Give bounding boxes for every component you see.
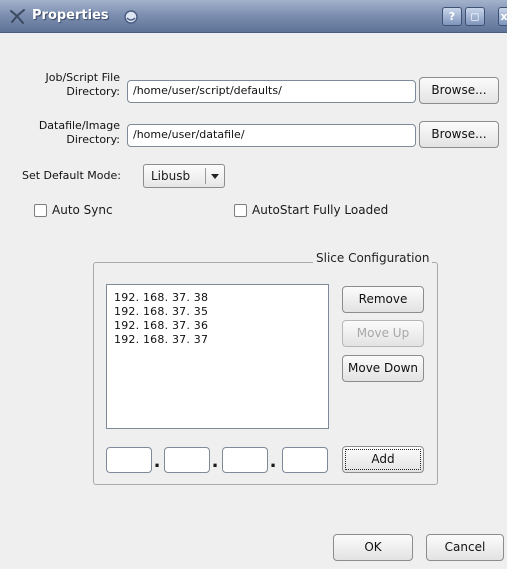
list-item[interactable]: 192. 168. 37. 36 xyxy=(114,319,208,332)
default-mode-select[interactable]: Libusb xyxy=(143,164,225,188)
title-bar[interactable]: Properties ? ◻ x xyxy=(0,0,507,33)
ip-separator: . xyxy=(153,451,161,472)
pin-icon[interactable] xyxy=(122,8,140,26)
auto-sync-label: Auto Sync xyxy=(52,203,113,217)
move-up-button[interactable]: Move Up xyxy=(342,320,424,347)
job-dir-browse-button[interactable]: Browse... xyxy=(419,77,499,104)
slice-list[interactable]: 192. 168. 37. 38 192. 168. 37. 35 192. 1… xyxy=(106,284,329,429)
data-dir-browse-button[interactable]: Browse... xyxy=(419,121,499,148)
ip-separator: . xyxy=(269,451,277,472)
ip-octet-2-input[interactable] xyxy=(164,447,210,473)
autostart-label: AutoStart Fully Loaded xyxy=(252,203,389,217)
data-dir-label: Datafile/Image Directory: xyxy=(20,119,120,147)
maximize-icon: ◻ xyxy=(470,10,480,23)
list-item[interactable]: 192. 168. 37. 37 xyxy=(114,333,208,346)
default-mode-label: Set Default Mode: xyxy=(22,169,121,182)
ip-octet-1-input[interactable] xyxy=(106,447,152,473)
data-dir-input[interactable]: /home/user/datafile/ xyxy=(127,124,416,147)
list-item[interactable]: 192. 168. 37. 38 xyxy=(114,291,208,304)
data-dir-label-line2: Directory: xyxy=(66,133,120,146)
window-title: Properties xyxy=(32,8,109,23)
ip-separator: . xyxy=(211,451,219,472)
close-button[interactable]: x xyxy=(498,7,507,26)
ok-button[interactable]: OK xyxy=(333,534,413,561)
ip-octet-3-input[interactable] xyxy=(222,447,268,473)
auto-sync-checkbox[interactable] xyxy=(34,204,47,217)
job-dir-label-line2: Directory: xyxy=(66,85,120,98)
properties-dialog: Properties ? ◻ x Job/Script File Directo… xyxy=(0,0,507,569)
cancel-button[interactable]: Cancel xyxy=(426,534,504,561)
list-item[interactable]: 192. 168. 37. 35 xyxy=(114,305,208,318)
autostart-checkbox[interactable] xyxy=(234,204,247,217)
add-button[interactable]: Add xyxy=(342,446,424,473)
move-down-button[interactable]: Move Down xyxy=(342,355,424,382)
job-dir-input[interactable]: /home/user/script/defaults/ xyxy=(127,80,416,103)
close-icon: x xyxy=(500,10,507,23)
default-mode-value: Libusb xyxy=(151,169,191,183)
job-dir-label-line1: Job/Script File xyxy=(45,71,120,84)
ip-octet-4-input[interactable] xyxy=(282,447,328,473)
chevron-down-icon xyxy=(211,174,219,179)
slice-config-title: Slice Configuration xyxy=(313,251,433,265)
app-icon xyxy=(10,9,25,24)
help-icon: ? xyxy=(448,10,456,23)
data-dir-label-line1: Datafile/Image xyxy=(38,119,120,132)
maximize-button[interactable]: ◻ xyxy=(465,7,485,26)
remove-button[interactable]: Remove xyxy=(342,286,424,313)
job-dir-label: Job/Script File Directory: xyxy=(20,71,120,99)
help-button[interactable]: ? xyxy=(442,7,462,26)
